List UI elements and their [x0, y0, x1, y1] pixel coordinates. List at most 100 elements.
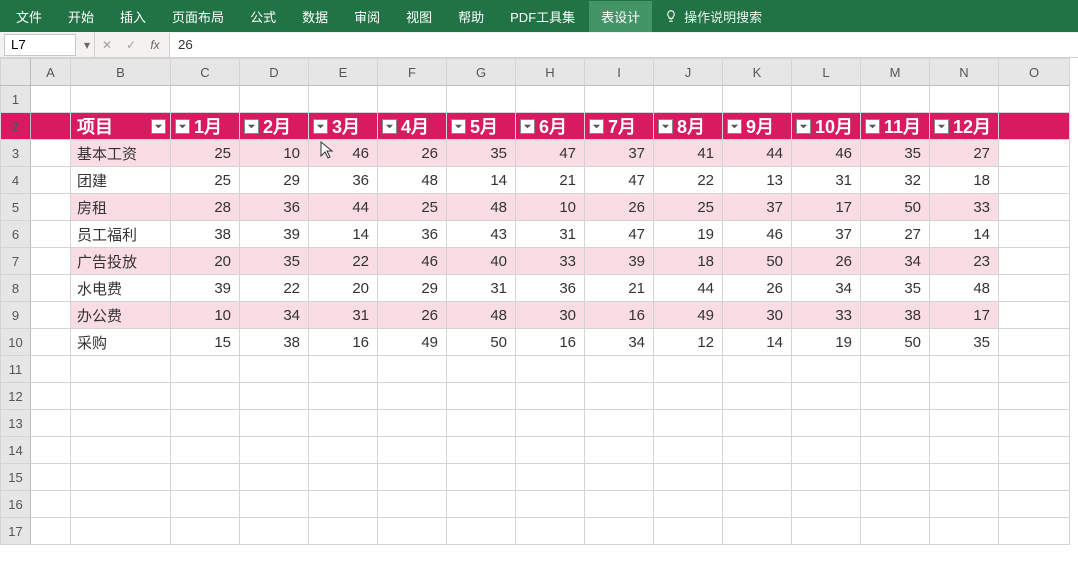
cell-J10[interactable]: 12 — [654, 329, 723, 356]
cell-A9[interactable] — [31, 302, 71, 329]
enter-button[interactable]: ✓ — [119, 38, 143, 52]
cell-N9[interactable]: 17 — [930, 302, 999, 329]
cell-J11[interactable] — [654, 356, 723, 383]
filter-dropdown-icon[interactable] — [244, 119, 259, 134]
cell-B15[interactable] — [71, 464, 171, 491]
select-all-corner[interactable] — [1, 59, 31, 86]
cell-J9[interactable]: 49 — [654, 302, 723, 329]
cell-I7[interactable]: 39 — [585, 248, 654, 275]
cell-J15[interactable] — [654, 464, 723, 491]
cell-O12[interactable] — [999, 383, 1070, 410]
cell-C8[interactable]: 39 — [171, 275, 240, 302]
cell-B4[interactable]: 团建 — [71, 167, 171, 194]
ribbon-tab-2[interactable]: 插入 — [108, 1, 158, 32]
cell-G6[interactable]: 43 — [447, 221, 516, 248]
ribbon-tab-1[interactable]: 开始 — [56, 1, 106, 32]
cell-F2[interactable]: 4月 — [378, 113, 447, 140]
cell-G2[interactable]: 5月 — [447, 113, 516, 140]
cell-I8[interactable]: 21 — [585, 275, 654, 302]
cell-E10[interactable]: 16 — [309, 329, 378, 356]
cancel-button[interactable]: ✕ — [95, 38, 119, 52]
cell-N6[interactable]: 14 — [930, 221, 999, 248]
cell-J7[interactable]: 18 — [654, 248, 723, 275]
cell-M16[interactable] — [861, 491, 930, 518]
filter-dropdown-icon[interactable] — [451, 119, 466, 134]
ribbon-tab-5[interactable]: 数据 — [290, 1, 340, 32]
cell-O14[interactable] — [999, 437, 1070, 464]
cell-L7[interactable]: 26 — [792, 248, 861, 275]
cell-J16[interactable] — [654, 491, 723, 518]
cell-C1[interactable] — [171, 86, 240, 113]
formula-input[interactable] — [169, 33, 1078, 57]
cell-D5[interactable]: 36 — [240, 194, 309, 221]
ribbon-tab-6[interactable]: 审阅 — [342, 1, 392, 32]
cell-O16[interactable] — [999, 491, 1070, 518]
cell-K10[interactable]: 14 — [723, 329, 792, 356]
cell-B14[interactable] — [71, 437, 171, 464]
cell-F13[interactable] — [378, 410, 447, 437]
cell-G11[interactable] — [447, 356, 516, 383]
cell-K7[interactable]: 50 — [723, 248, 792, 275]
cell-G1[interactable] — [447, 86, 516, 113]
cell-L16[interactable] — [792, 491, 861, 518]
cell-O13[interactable] — [999, 410, 1070, 437]
cell-I10[interactable]: 34 — [585, 329, 654, 356]
cell-G14[interactable] — [447, 437, 516, 464]
cell-I16[interactable] — [585, 491, 654, 518]
cell-E5[interactable]: 44 — [309, 194, 378, 221]
cell-C2[interactable]: 1月 — [171, 113, 240, 140]
row-header-11[interactable]: 11 — [1, 356, 31, 383]
cell-H8[interactable]: 36 — [516, 275, 585, 302]
cell-K16[interactable] — [723, 491, 792, 518]
ribbon-tab-0[interactable]: 文件 — [4, 1, 54, 32]
cell-D4[interactable]: 29 — [240, 167, 309, 194]
cell-A8[interactable] — [31, 275, 71, 302]
cell-L12[interactable] — [792, 383, 861, 410]
cell-J8[interactable]: 44 — [654, 275, 723, 302]
cell-H12[interactable] — [516, 383, 585, 410]
cell-E7[interactable]: 22 — [309, 248, 378, 275]
cell-A7[interactable] — [31, 248, 71, 275]
cell-F7[interactable]: 46 — [378, 248, 447, 275]
row-header-3[interactable]: 3 — [1, 140, 31, 167]
cell-G4[interactable]: 14 — [447, 167, 516, 194]
cell-E12[interactable] — [309, 383, 378, 410]
cell-G7[interactable]: 40 — [447, 248, 516, 275]
cell-B5[interactable]: 房租 — [71, 194, 171, 221]
col-header-E[interactable]: E — [309, 59, 378, 86]
ribbon-tab-3[interactable]: 页面布局 — [160, 1, 236, 32]
cell-K2[interactable]: 9月 — [723, 113, 792, 140]
cell-I5[interactable]: 26 — [585, 194, 654, 221]
cell-A11[interactable] — [31, 356, 71, 383]
cell-C10[interactable]: 15 — [171, 329, 240, 356]
cell-J12[interactable] — [654, 383, 723, 410]
cell-L10[interactable]: 19 — [792, 329, 861, 356]
cell-K17[interactable] — [723, 518, 792, 545]
filter-dropdown-icon[interactable] — [520, 119, 535, 134]
cell-C16[interactable] — [171, 491, 240, 518]
cell-I3[interactable]: 37 — [585, 140, 654, 167]
cell-G8[interactable]: 31 — [447, 275, 516, 302]
cell-N10[interactable]: 35 — [930, 329, 999, 356]
cell-A13[interactable] — [31, 410, 71, 437]
cell-N7[interactable]: 23 — [930, 248, 999, 275]
cell-I9[interactable]: 16 — [585, 302, 654, 329]
cell-N17[interactable] — [930, 518, 999, 545]
cell-C4[interactable]: 25 — [171, 167, 240, 194]
cell-N1[interactable] — [930, 86, 999, 113]
cell-A2[interactable] — [31, 113, 71, 140]
cell-I17[interactable] — [585, 518, 654, 545]
cell-K8[interactable]: 26 — [723, 275, 792, 302]
cell-D1[interactable] — [240, 86, 309, 113]
ribbon-tab-7[interactable]: 视图 — [394, 1, 444, 32]
cell-L17[interactable] — [792, 518, 861, 545]
cell-A3[interactable] — [31, 140, 71, 167]
cell-O17[interactable] — [999, 518, 1070, 545]
cell-M7[interactable]: 34 — [861, 248, 930, 275]
cell-H3[interactable]: 47 — [516, 140, 585, 167]
cell-A14[interactable] — [31, 437, 71, 464]
cell-K15[interactable] — [723, 464, 792, 491]
cell-K11[interactable] — [723, 356, 792, 383]
cell-D6[interactable]: 39 — [240, 221, 309, 248]
col-header-K[interactable]: K — [723, 59, 792, 86]
